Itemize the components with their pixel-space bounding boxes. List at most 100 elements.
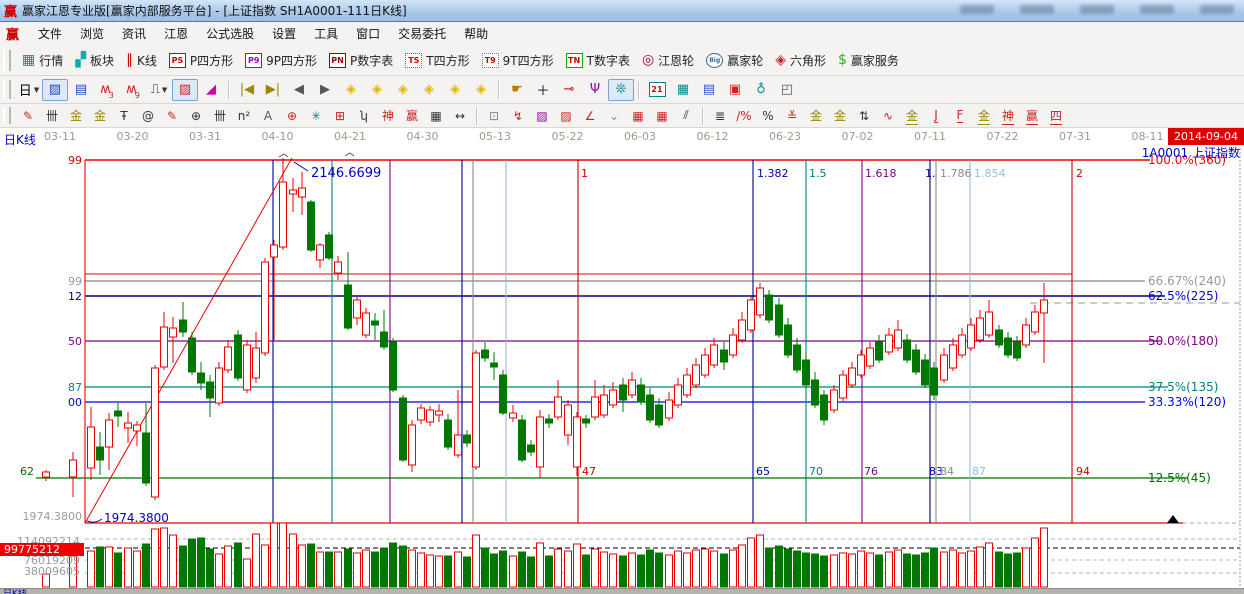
menu-7[interactable]: 工具 (305, 25, 347, 43)
f10-info-button[interactable]: ▤ (68, 79, 94, 101)
star-grid-tool[interactable]: ✳ (304, 106, 328, 126)
network-button[interactable]: ♁ (748, 79, 774, 101)
updown-measure-tool[interactable]: ⇅ (852, 106, 876, 126)
next-bar-button[interactable]: ▶ (312, 79, 338, 101)
time-cycle-tool[interactable]: ⊕ (184, 106, 208, 126)
volume-profile-button[interactable]: ◢ (198, 79, 224, 101)
angle-line-tool[interactable]: A (256, 106, 280, 126)
menu-9[interactable]: 交易委托 (389, 25, 455, 43)
price-grid-tool[interactable]: ▦ (424, 106, 448, 126)
smart-analysis-button[interactable]: ❊ (608, 79, 634, 101)
wave-3-button[interactable]: ʍ3 (94, 79, 120, 101)
hatch-box-tool[interactable]: ▨ (554, 106, 578, 126)
sectors-button[interactable]: ▞板块 (69, 49, 120, 72)
gann-move-left-button[interactable]: ◈ (338, 79, 364, 101)
percent-line-tool[interactable]: ≚ (780, 106, 804, 126)
toolbar-grip[interactable] (3, 80, 11, 99)
spiral-tool[interactable]: @ (136, 106, 160, 126)
k-mark-tool[interactable]: ʮ (352, 106, 376, 126)
ying-grid-tool[interactable]: 赢 (400, 106, 424, 126)
red-grid-dense-tool[interactable]: ▦ (650, 106, 674, 126)
t-square-button[interactable]: TST四方形 (399, 49, 475, 72)
toolbar-grip[interactable] (3, 107, 11, 123)
shade-box-tool[interactable]: ▨ (530, 106, 554, 126)
t-number-table-button[interactable]: TNT数字表 (560, 49, 636, 72)
stats-panel-tool[interactable]: ≣ (708, 106, 732, 126)
9p-square-button[interactable]: P99P四方形 (239, 49, 323, 72)
quotes-button[interactable]: ▦行情 (16, 49, 69, 72)
calculator-button[interactable]: ▦ (670, 79, 696, 101)
ying-angle-tool[interactable]: 赢 (1020, 106, 1044, 126)
valley-mark-tool[interactable]: ⌄ (602, 106, 626, 126)
golden-section-tool[interactable]: 金 (64, 106, 88, 126)
trendline-tool-button[interactable]: ⊸ (556, 79, 582, 101)
shen-angle-tool[interactable]: 神 (996, 106, 1020, 126)
wave-9-button[interactable]: ʍ9 (120, 79, 146, 101)
f-levels-tool[interactable]: Ŧ (112, 106, 136, 126)
red-grid-tool[interactable]: ▦ (626, 106, 650, 126)
kline-button[interactable]: ∥K线 (120, 49, 163, 72)
gann-anchor-button[interactable]: ◈ (468, 79, 494, 101)
gann-move-right-button[interactable]: ◈ (364, 79, 390, 101)
toolbar-grip[interactable] (3, 50, 11, 71)
winner-service-button[interactable]: $赢家服务 (832, 49, 905, 72)
percent-slash-tool[interactable]: /% (732, 106, 756, 126)
p-number-table-button[interactable]: PNP数字表 (323, 49, 399, 72)
menu-3[interactable]: 资讯 (113, 25, 155, 43)
fan-lines-tool[interactable]: ↯ (506, 106, 530, 126)
square-cross-tool[interactable]: ⊞ (328, 106, 352, 126)
gann-map-button[interactable]: ▨ (172, 79, 198, 101)
hand-tool-button[interactable]: ☛ (504, 79, 530, 101)
n-square-tool[interactable]: n² (232, 106, 256, 126)
9t-square-button[interactable]: T99T四方形 (476, 49, 560, 72)
tick-ruler-tool[interactable]: 卌 (208, 106, 232, 126)
gann-center-button[interactable]: ◈ (442, 79, 468, 101)
gold-line-tool[interactable]: 金 (828, 106, 852, 126)
menu-6[interactable]: 设置 (263, 25, 305, 43)
time-ruler-tool[interactable]: 卌 (40, 106, 64, 126)
gann-tree-tool-button[interactable]: Ψ (582, 79, 608, 101)
wave-band-tool[interactable]: ∿ (876, 106, 900, 126)
gann-compress-button[interactable]: ◈ (416, 79, 442, 101)
kline-period-dropdown[interactable]: 日▼ (16, 79, 42, 101)
overview-map-button[interactable]: ▨ (42, 79, 68, 101)
j-angle-tool[interactable]: J (924, 106, 948, 126)
menu-2[interactable]: 浏览 (71, 25, 113, 43)
box-select-tool[interactable]: ⊡ (482, 106, 506, 126)
first-page-button[interactable]: |◀ (234, 79, 260, 101)
si-angle-tool[interactable]: 四 (1044, 106, 1068, 126)
gann-wheel-button[interactable]: ◎江恩轮 (636, 49, 700, 72)
draw-pencil-tool[interactable]: ✎ (16, 106, 40, 126)
percent-tool[interactable]: % (756, 106, 780, 126)
circle-cross-tool[interactable]: ⊕ (280, 106, 304, 126)
menu-10[interactable]: 帮助 (455, 25, 497, 43)
menu-1[interactable]: 文件 (29, 25, 71, 43)
calendar-button[interactable]: 21 (644, 79, 670, 101)
width-measure-tool[interactable]: ↔ (448, 106, 472, 126)
parallel-lines-tool[interactable]: ⫽ (674, 106, 698, 126)
gold-circle-tool[interactable]: 金 (804, 106, 828, 126)
gold2-angle-tool[interactable]: 金 (972, 106, 996, 126)
pencil-grid-tool[interactable]: ✎ (160, 106, 184, 126)
last-page-button[interactable]: ▶| (260, 79, 286, 101)
gold-angle-tool[interactable]: 金 (900, 106, 924, 126)
remote-pc-button[interactable]: ◰ (774, 79, 800, 101)
menu-5[interactable]: 公式选股 (197, 25, 263, 43)
angle-fan-tool[interactable]: ∠ (578, 106, 602, 126)
menu-4[interactable]: 江恩 (155, 25, 197, 43)
golden-box-tool[interactable]: 金 (88, 106, 112, 126)
prev-bar-button[interactable]: ◀ (286, 79, 312, 101)
kline-chart[interactable]: 2146.66991974.38009999125087001974.38001… (0, 147, 1244, 588)
candle-style-dropdown[interactable]: ⎍▼ (146, 79, 172, 101)
menu-8[interactable]: 窗口 (347, 25, 389, 43)
p-square-button[interactable]: PSP四方形 (163, 49, 239, 72)
f-angle-tool[interactable]: F (948, 106, 972, 126)
crosshair-tool-button[interactable]: ＋ (530, 79, 556, 101)
memo-button[interactable]: ▤ (696, 79, 722, 101)
winner-wheel-button[interactable]: Big赢家轮 (700, 49, 769, 72)
save-button[interactable]: ▣ (722, 79, 748, 101)
slider-triangle-marker[interactable] (1167, 515, 1179, 523)
hexagon-button[interactable]: ◈六角形 (769, 49, 832, 72)
gann-expand-button[interactable]: ◈ (390, 79, 416, 101)
shen-grid-tool[interactable]: 神 (376, 106, 400, 126)
